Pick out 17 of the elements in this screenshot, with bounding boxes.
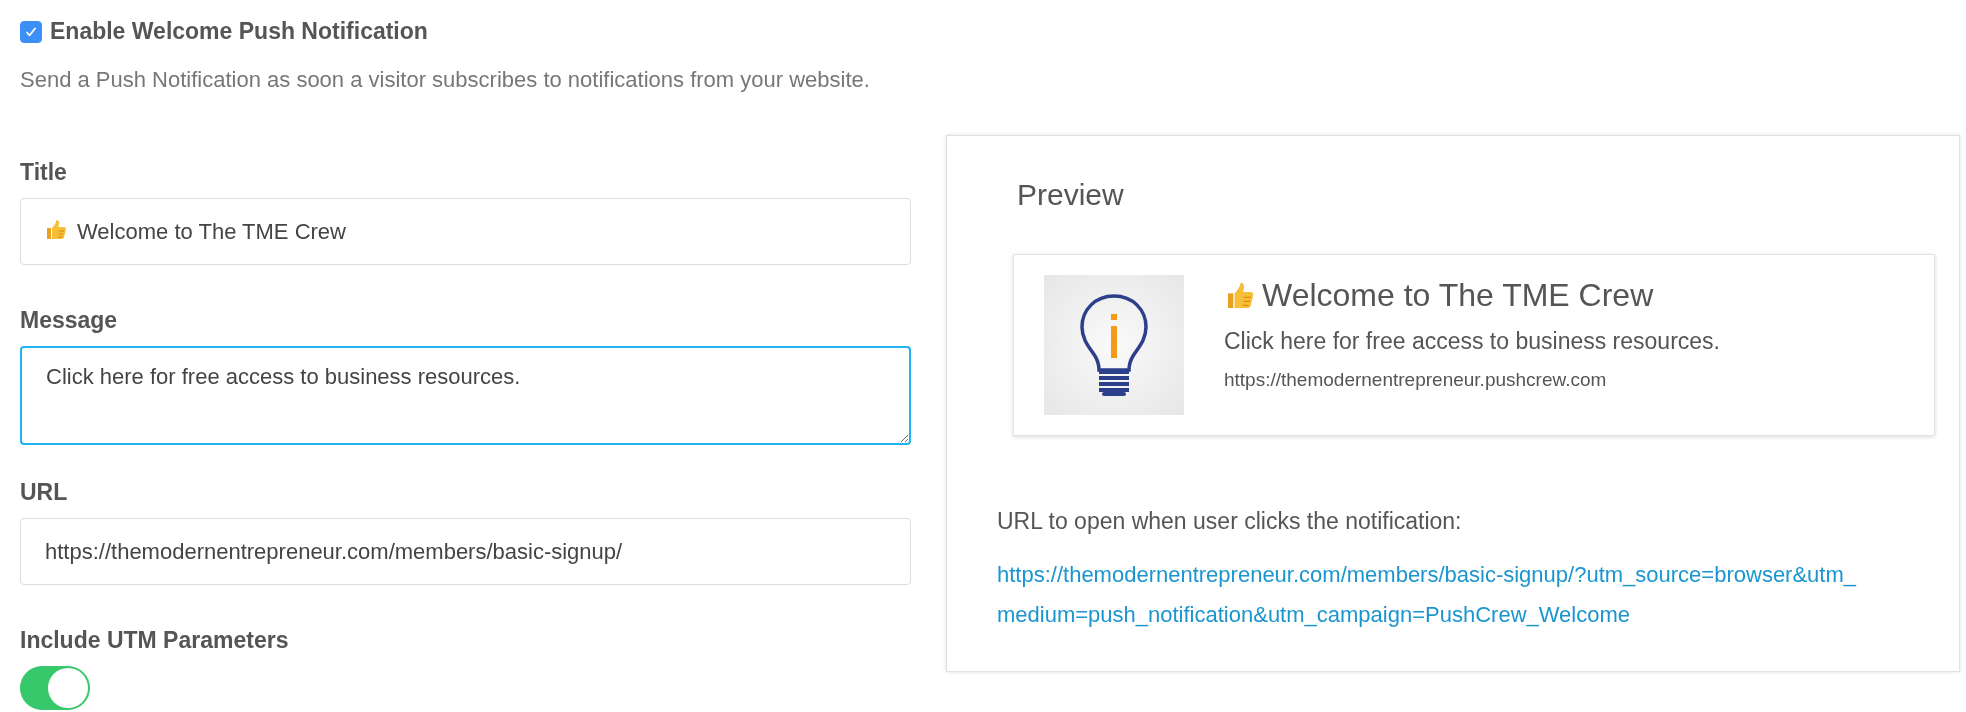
field-label: Include UTM Parameters [20,627,289,654]
url-field[interactable]: https://themodernentrepreneur.com/members/basic-signup/ [20,518,911,585]
url-label: URL to open when user clicks the notification: [997,508,1463,535]
notification-message: Click here for free access to business resources. [1224,328,1720,355]
field-label: Title [20,159,67,186]
utm-toggle[interactable] [20,666,90,710]
enable-checkbox[interactable] [20,20,42,43]
message-field[interactable]: Click here for free access to business resources. [20,346,911,445]
preview-heading: Preview [1017,178,1125,212]
enable-label: Enable Welcome Push Notification [50,18,428,45]
field-label: URL [20,479,68,506]
title-field[interactable]: Welcome to The TME Crew [20,198,911,265]
field-label: Message [20,307,118,334]
thumbs-up-icon [44,218,68,242]
description-text: Send a Push Notification as soon a visitor subscribes to notifications from your website. [20,67,871,93]
notification-title: Welcome to The TME Crew [1262,277,1654,314]
notification-domain: https://themodernentrepreneur.pushcrew.com [1224,369,1608,391]
